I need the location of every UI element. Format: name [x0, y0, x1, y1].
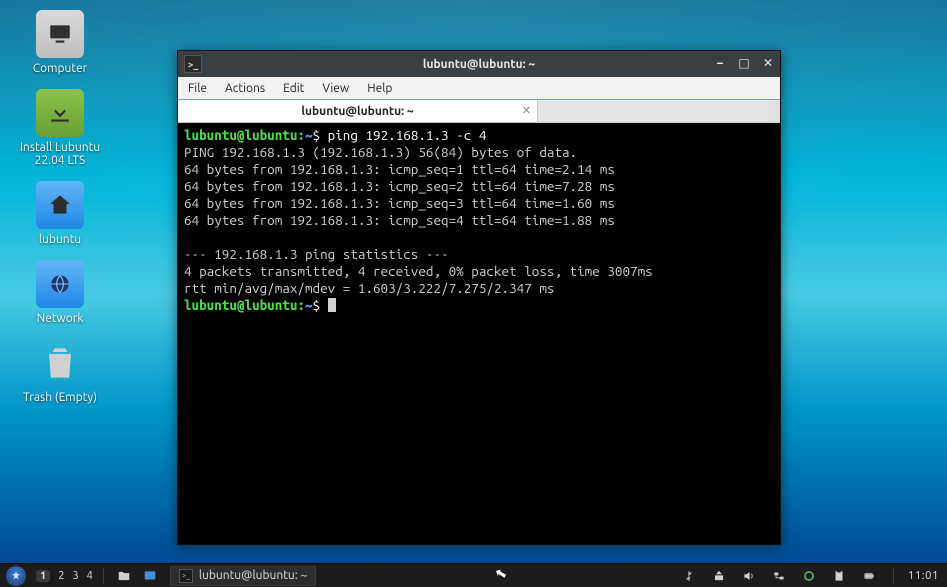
- terminal-cursor: [328, 298, 336, 312]
- desktop-1[interactable]: 1: [36, 570, 50, 582]
- prompt-user: lubuntu@lubuntu: [184, 127, 297, 143]
- tray-volume-icon[interactable]: [739, 566, 759, 586]
- tray-network-icon[interactable]: [769, 566, 789, 586]
- app-launcher-button[interactable]: [6, 566, 26, 586]
- prompt-user: lubuntu@lubuntu: [184, 297, 297, 313]
- minimize-button[interactable]: –: [712, 55, 728, 71]
- computer-icon: [36, 10, 84, 58]
- terminal-line: 64 bytes from 192.168.1.3: icmp_seq=1 tt…: [184, 161, 615, 177]
- desktop-icon-label: Trash (Empty): [10, 391, 110, 404]
- taskbar-task-terminal[interactable]: >_ lubuntu@lubuntu: ~: [170, 566, 316, 586]
- desktop: Computer Install Lubuntu 22.04 LTS lubun…: [0, 0, 150, 418]
- terminal-icon: >_: [184, 55, 202, 73]
- desktop-icon-label: Install Lubuntu 22.04 LTS: [10, 141, 110, 167]
- terminal-line: 64 bytes from 192.168.1.3: icmp_seq=3 tt…: [184, 195, 615, 211]
- window-titlebar[interactable]: >_ lubuntu@lubuntu: ~ – □ ✕: [178, 51, 780, 77]
- prompt-end: $: [313, 127, 321, 143]
- desktop-icon-network[interactable]: Network: [10, 260, 110, 325]
- prompt-sep: :: [297, 297, 305, 313]
- desktop-icon-home[interactable]: lubuntu: [10, 181, 110, 246]
- menu-help[interactable]: Help: [367, 82, 392, 95]
- menubar: File Actions Edit View Help: [178, 77, 780, 99]
- prompt-end: $: [313, 297, 321, 313]
- tabbar-empty: [538, 100, 768, 122]
- window-title: lubuntu@lubuntu: ~: [423, 58, 535, 71]
- tray-clipboard-icon[interactable]: [829, 566, 849, 586]
- terminal-line: 4 packets transmitted, 4 received, 0% pa…: [184, 263, 653, 279]
- tab-close-icon[interactable]: ✕: [522, 104, 531, 117]
- menu-edit[interactable]: Edit: [283, 82, 304, 95]
- desktop-icon-trash[interactable]: Trash (Empty): [10, 339, 110, 404]
- terminal-line: --- 192.168.1.3 ping statistics ---: [184, 246, 449, 262]
- taskbar-separator: [893, 568, 894, 584]
- desktop-icon-label: lubuntu: [10, 233, 110, 246]
- show-desktop-icon[interactable]: [140, 566, 160, 586]
- menu-file[interactable]: File: [188, 82, 207, 95]
- tray-updater-icon[interactable]: [679, 566, 699, 586]
- tabbar: lubuntu@lubuntu: ~ ✕: [178, 99, 780, 123]
- desktop-2[interactable]: 2: [58, 570, 64, 582]
- menu-view[interactable]: View: [322, 82, 349, 95]
- terminal-command: ping 192.168.1.3 -c 4: [328, 127, 487, 143]
- trash-icon: [36, 339, 84, 387]
- terminal-line: 64 bytes from 192.168.1.3: icmp_seq=2 tt…: [184, 178, 615, 194]
- terminal-tab[interactable]: lubuntu@lubuntu: ~ ✕: [178, 100, 538, 122]
- terminal-line: rtt min/avg/max/mdev = 1.603/3.222/7.275…: [184, 280, 554, 296]
- tray-status-icon[interactable]: [799, 566, 819, 586]
- terminal-line: 64 bytes from 192.168.1.3: icmp_seq=4 tt…: [184, 212, 615, 228]
- file-manager-icon[interactable]: [114, 566, 134, 586]
- prompt-path: ~: [305, 297, 313, 313]
- taskbar-separator: [103, 568, 104, 584]
- maximize-button[interactable]: □: [736, 55, 752, 71]
- virtual-desktops: 1 2 3 4: [36, 570, 93, 582]
- taskbar-clock[interactable]: 11:01: [908, 569, 939, 582]
- desktop-icon-label: Network: [10, 312, 110, 325]
- prompt-sep: :: [297, 127, 305, 143]
- menu-actions[interactable]: Actions: [225, 82, 265, 95]
- prompt-path: ~: [305, 127, 313, 143]
- desktop-icon-label: Computer: [10, 62, 110, 75]
- tray-removable-icon[interactable]: [709, 566, 729, 586]
- terminal-output[interactable]: lubuntu@lubuntu:~$ ping 192.168.1.3 -c 4…: [178, 123, 780, 544]
- system-tray: 11:01: [679, 566, 947, 586]
- network-folder-icon: [36, 260, 84, 308]
- desktop-icon-computer[interactable]: Computer: [10, 10, 110, 75]
- tray-battery-icon[interactable]: [859, 566, 879, 586]
- desktop-4[interactable]: 4: [87, 570, 93, 582]
- desktop-icon-install[interactable]: Install Lubuntu 22.04 LTS: [10, 89, 110, 167]
- terminal-window[interactable]: >_ lubuntu@lubuntu: ~ – □ ✕ File Actions…: [177, 50, 781, 545]
- task-title: lubuntu@lubuntu: ~: [199, 569, 307, 582]
- desktop-3[interactable]: 3: [72, 570, 78, 582]
- close-button[interactable]: ✕: [760, 55, 776, 71]
- tab-label: lubuntu@lubuntu: ~: [301, 105, 413, 118]
- taskbar: 1 2 3 4 >_ lubuntu@lubuntu: ~ 11:01: [0, 563, 947, 587]
- home-folder-icon: [36, 181, 84, 229]
- terminal-icon: >_: [179, 569, 193, 583]
- terminal-line: PING 192.168.1.3 (192.168.1.3) 56(84) by…: [184, 144, 577, 160]
- install-icon: [36, 89, 84, 137]
